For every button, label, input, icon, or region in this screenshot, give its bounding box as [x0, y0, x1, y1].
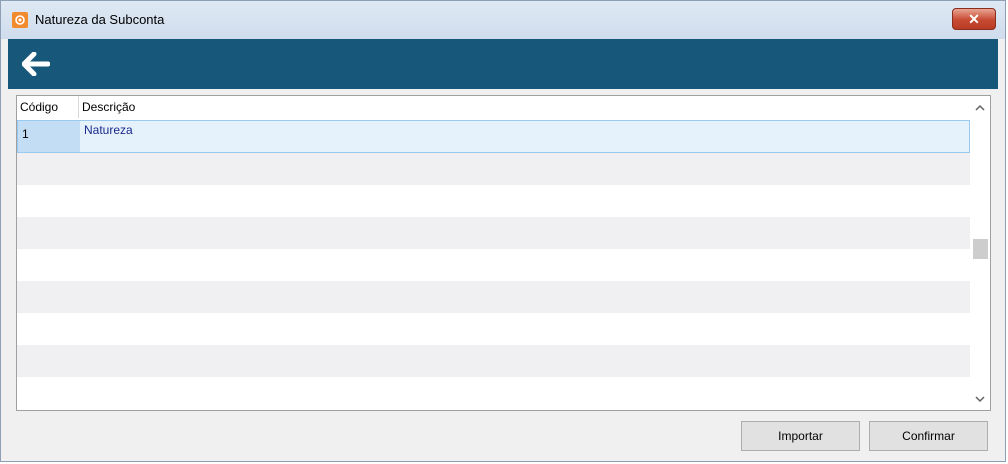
empty-row	[17, 249, 970, 281]
table-row[interactable]: 1 Natureza	[17, 120, 970, 153]
column-header-codigo[interactable]: Código	[17, 96, 79, 118]
data-grid[interactable]: Código Descrição 1 Natureza	[16, 95, 991, 411]
scroll-up-button[interactable]	[970, 98, 990, 116]
empty-row	[17, 377, 970, 409]
dialog-window: Natureza da Subconta ✕ Código Descrição …	[0, 0, 1006, 462]
app-logo-icon	[12, 12, 28, 28]
close-icon: ✕	[968, 10, 980, 27]
title-bar: Natureza da Subconta ✕	[1, 1, 1005, 39]
arrow-left-icon	[22, 52, 50, 76]
empty-row	[17, 217, 970, 249]
empty-row	[17, 345, 970, 377]
empty-row	[17, 153, 970, 185]
column-header-descricao[interactable]: Descrição	[79, 96, 959, 118]
cell-descricao[interactable]: Natureza	[80, 121, 960, 152]
close-button[interactable]: ✕	[952, 8, 996, 30]
empty-row	[17, 185, 970, 217]
scroll-down-button[interactable]	[970, 390, 990, 408]
window-title: Natureza da Subconta	[35, 12, 165, 27]
vertical-scrollbar[interactable]	[970, 96, 990, 410]
empty-row	[17, 281, 970, 313]
toolbar	[8, 39, 998, 89]
scroll-thumb[interactable]	[973, 239, 988, 259]
grid-header: Código Descrição	[17, 96, 970, 118]
grid-rows: 1 Natureza	[17, 118, 970, 409]
empty-row	[17, 313, 970, 345]
importar-button[interactable]: Importar	[741, 421, 860, 451]
confirmar-label: Confirmar	[902, 429, 955, 443]
cell-codigo[interactable]: 1	[18, 121, 80, 152]
back-button[interactable]	[18, 48, 54, 80]
importar-label: Importar	[778, 429, 823, 443]
confirmar-button[interactable]: Confirmar	[869, 421, 988, 451]
chevron-up-icon	[975, 104, 985, 111]
chevron-down-icon	[975, 395, 985, 402]
